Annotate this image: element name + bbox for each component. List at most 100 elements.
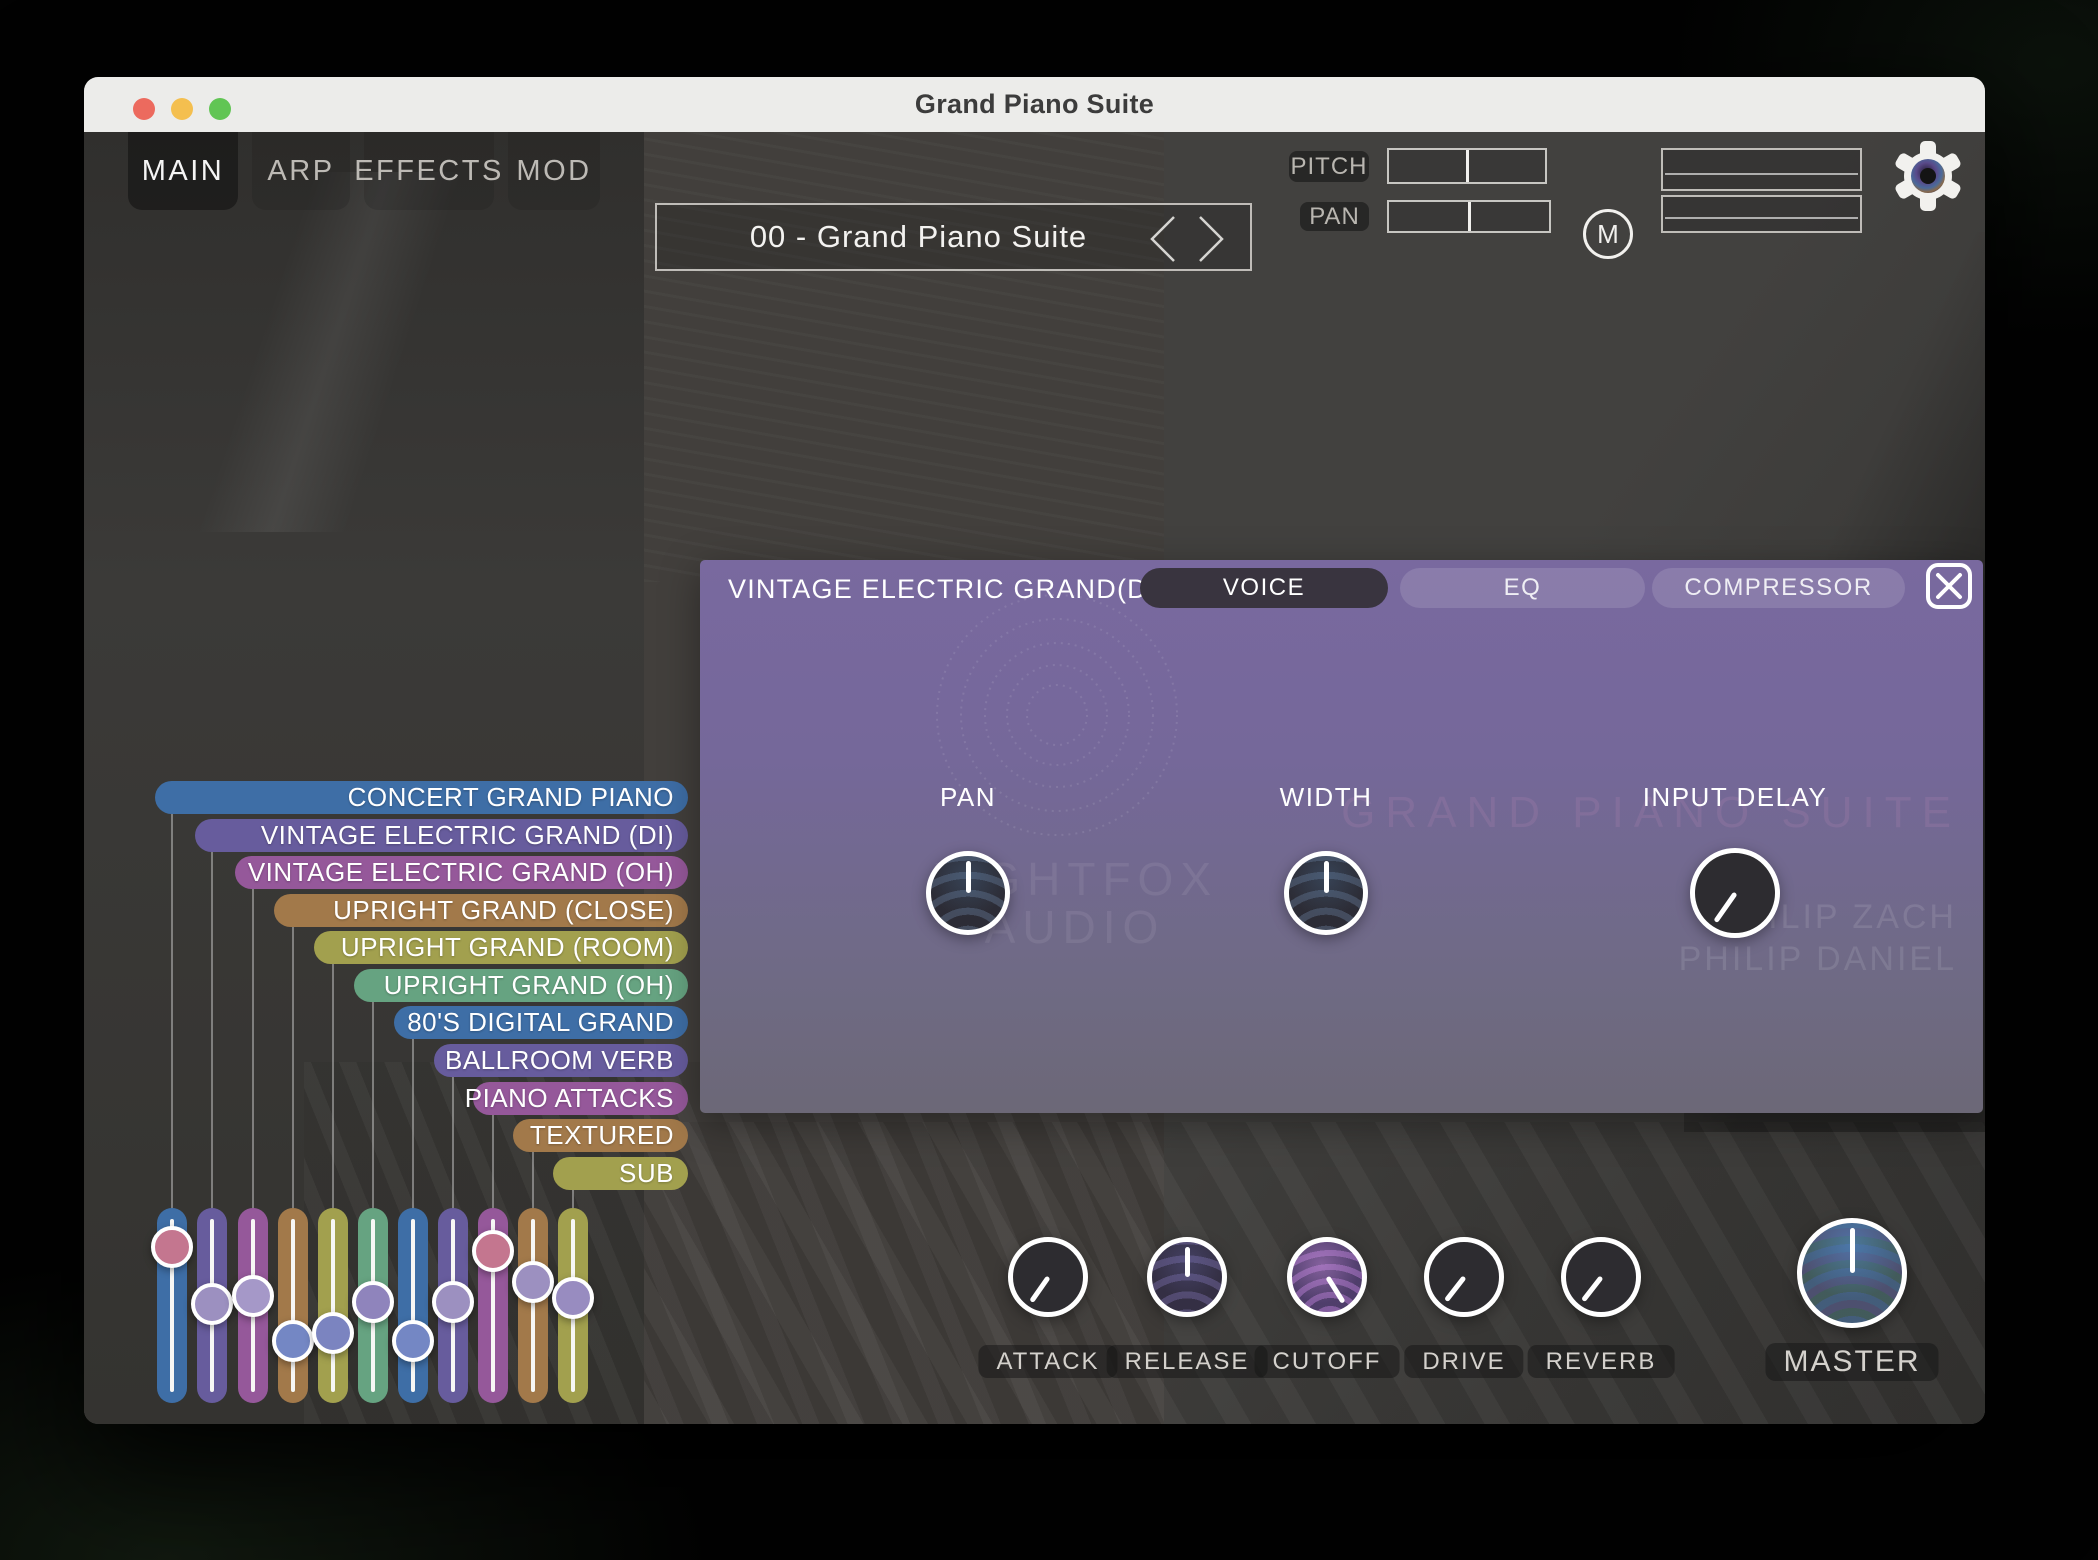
titlebar: Grand Piano Suite — [84, 77, 1985, 133]
slider-rail — [411, 1219, 415, 1392]
pan-knob[interactable] — [926, 851, 1010, 935]
slider-thumb[interactable] — [272, 1319, 314, 1362]
release-knob-label: RELEASE — [1106, 1345, 1268, 1378]
window-title: Grand Piano Suite — [914, 89, 1155, 119]
mono-button-label: M — [1597, 218, 1619, 249]
drive-knob[interactable] — [1424, 1237, 1504, 1317]
knob-pointer — [1028, 1275, 1051, 1304]
knob-pointer — [1324, 1275, 1346, 1304]
track-volume-slider-textured[interactable] — [512, 1208, 554, 1403]
track-volume-slider-vintage-electric-di[interactable] — [191, 1208, 233, 1403]
track-pill-piano-attacks[interactable]: PIANO ATTACKS — [465, 1082, 688, 1115]
track-pill-upright-room[interactable]: UPRIGHT GRAND (ROOM) — [314, 931, 688, 964]
track-label: SUB — [619, 1158, 674, 1188]
pan-label: PAN — [1300, 202, 1369, 231]
cutoff-knob-label: CUTOFF — [1254, 1345, 1400, 1378]
slider-thumb[interactable] — [552, 1276, 594, 1319]
slider-thumb[interactable] — [432, 1280, 474, 1323]
track-volume-slider-80s-digital[interactable] — [392, 1208, 434, 1403]
pan-slider[interactable] — [1387, 200, 1551, 233]
track-connector — [211, 852, 213, 1208]
plugin-content: MAIN ARP EFFECTS MOD 00 - Grand Piano Su… — [84, 132, 1985, 1424]
pitch-slider[interactable] — [1387, 148, 1547, 184]
tab-main[interactable]: MAIN — [128, 132, 238, 210]
attack-knob[interactable] — [1008, 1237, 1088, 1317]
track-pill-vintage-electric-oh[interactable]: VINTAGE ELECTRIC GRAND (OH) — [235, 856, 688, 889]
chevron-right-icon — [1199, 216, 1224, 262]
panel-tab-voice[interactable]: VOICE — [1140, 568, 1388, 608]
track-pill-concert-grand[interactable]: CONCERT GRAND PIANO — [155, 781, 688, 814]
track-label: UPRIGHT GRAND (ROOM) — [340, 932, 674, 962]
meter-line — [1665, 172, 1858, 175]
track-connector — [412, 1039, 414, 1208]
track-volume-slider-concert-grand[interactable] — [151, 1208, 193, 1403]
track-pill-sub[interactable]: SUB — [553, 1157, 688, 1190]
slider-thumb[interactable] — [232, 1274, 274, 1317]
width-knob-label: WIDTH — [1279, 782, 1373, 812]
tab-main-label: MAIN — [141, 154, 225, 187]
settings-gear-icon[interactable] — [1892, 140, 1964, 212]
slider-thumb[interactable] — [472, 1229, 514, 1272]
track-pill-upright-close[interactable]: UPRIGHT GRAND (CLOSE) — [274, 894, 688, 927]
panel-tab-eq[interactable]: EQ — [1400, 568, 1645, 608]
slider-thumb[interactable] — [191, 1282, 233, 1325]
voice-edit-panel: LIGHTFOX AUDIO GRAND PIANO SUITE PHILIP … — [700, 560, 1983, 1113]
track-pill-vintage-electric-di[interactable]: VINTAGE ELECTRIC GRAND (DI) — [195, 819, 688, 852]
track-volume-slider-upright-close[interactable] — [272, 1208, 314, 1403]
knob-pointer — [1323, 861, 1329, 893]
mono-button[interactable]: M — [1583, 209, 1633, 259]
track-pill-textured[interactable]: TEXTURED — [513, 1119, 688, 1152]
track-volume-slider-piano-attacks[interactable] — [472, 1208, 514, 1403]
track-label: TEXTURED — [529, 1120, 674, 1150]
panel-close-button[interactable] — [1926, 563, 1972, 609]
knob-pointer — [1443, 1275, 1466, 1303]
width-knob[interactable] — [1284, 851, 1368, 935]
meter-line — [1665, 216, 1858, 219]
slider-thumb[interactable] — [151, 1226, 193, 1268]
slider-rail — [291, 1219, 295, 1392]
track-volume-slider-sub[interactable] — [552, 1208, 594, 1403]
slider-thumb[interactable] — [392, 1319, 434, 1362]
panel-tab-compressor[interactable]: COMPRESSOR — [1652, 568, 1905, 608]
credit-watermark: PHILIP DANIEL — [1678, 940, 1957, 978]
level-meter-bottom[interactable] — [1661, 195, 1862, 233]
track-label: VINTAGE ELECTRIC GRAND (OH) — [247, 857, 674, 887]
master-knob[interactable] — [1797, 1218, 1907, 1328]
preset-name: 00 - Grand Piano Suite — [749, 219, 1088, 254]
background-highlight — [84, 172, 644, 532]
track-pill-ballroom-verb[interactable]: BALLROOM VERB — [434, 1044, 688, 1077]
level-meter-top[interactable] — [1661, 148, 1862, 191]
track-pill-80s-digital[interactable]: 80'S DIGITAL GRAND — [394, 1006, 688, 1039]
background-strings-texture — [644, 132, 1164, 582]
slider-thumb[interactable] — [512, 1261, 554, 1304]
input-delay-knob[interactable] — [1690, 848, 1780, 938]
preset-selector[interactable]: 00 - Grand Piano Suite — [655, 203, 1252, 271]
track-label: BALLROOM VERB — [444, 1045, 674, 1075]
cutoff-knob[interactable] — [1287, 1237, 1367, 1317]
track-connector — [252, 889, 254, 1208]
panel-tab-label: VOICE — [1222, 574, 1306, 601]
slider-thumb[interactable] — [352, 1280, 394, 1323]
knob-pointer — [1712, 891, 1738, 924]
panel-title: VINTAGE ELECTRIC GRAND(DI) — [728, 574, 1167, 604]
knob-pointer — [1580, 1275, 1603, 1303]
pan-slider-handle[interactable] — [1467, 202, 1471, 231]
track-volume-slider-vintage-electric-oh[interactable] — [232, 1208, 274, 1403]
reverb-knob[interactable] — [1561, 1237, 1641, 1317]
slider-thumb[interactable] — [312, 1311, 354, 1354]
release-knob[interactable] — [1147, 1237, 1227, 1317]
panel-tab-label: COMPRESSOR — [1684, 574, 1873, 601]
track-volume-slider-ballroom-verb[interactable] — [432, 1208, 474, 1403]
input-delay-knob-label: INPUT DELAY — [1642, 782, 1828, 812]
track-connector — [332, 964, 334, 1208]
tab-effects[interactable]: EFFECTS — [354, 132, 501, 210]
tab-arp[interactable]: ARP — [252, 132, 350, 210]
preset-prev-next-icons[interactable] — [1144, 213, 1232, 265]
track-label: VINTAGE ELECTRIC GRAND (DI) — [260, 820, 674, 850]
tab-mod[interactable]: MOD — [508, 132, 600, 210]
track-pill-upright-oh[interactable]: UPRIGHT GRAND (OH) — [354, 969, 688, 1002]
attack-knob-label: ATTACK — [978, 1345, 1118, 1378]
pitch-slider-handle[interactable] — [1465, 150, 1469, 182]
track-volume-slider-upright-room[interactable] — [312, 1208, 354, 1403]
track-volume-slider-upright-oh[interactable] — [352, 1208, 394, 1403]
